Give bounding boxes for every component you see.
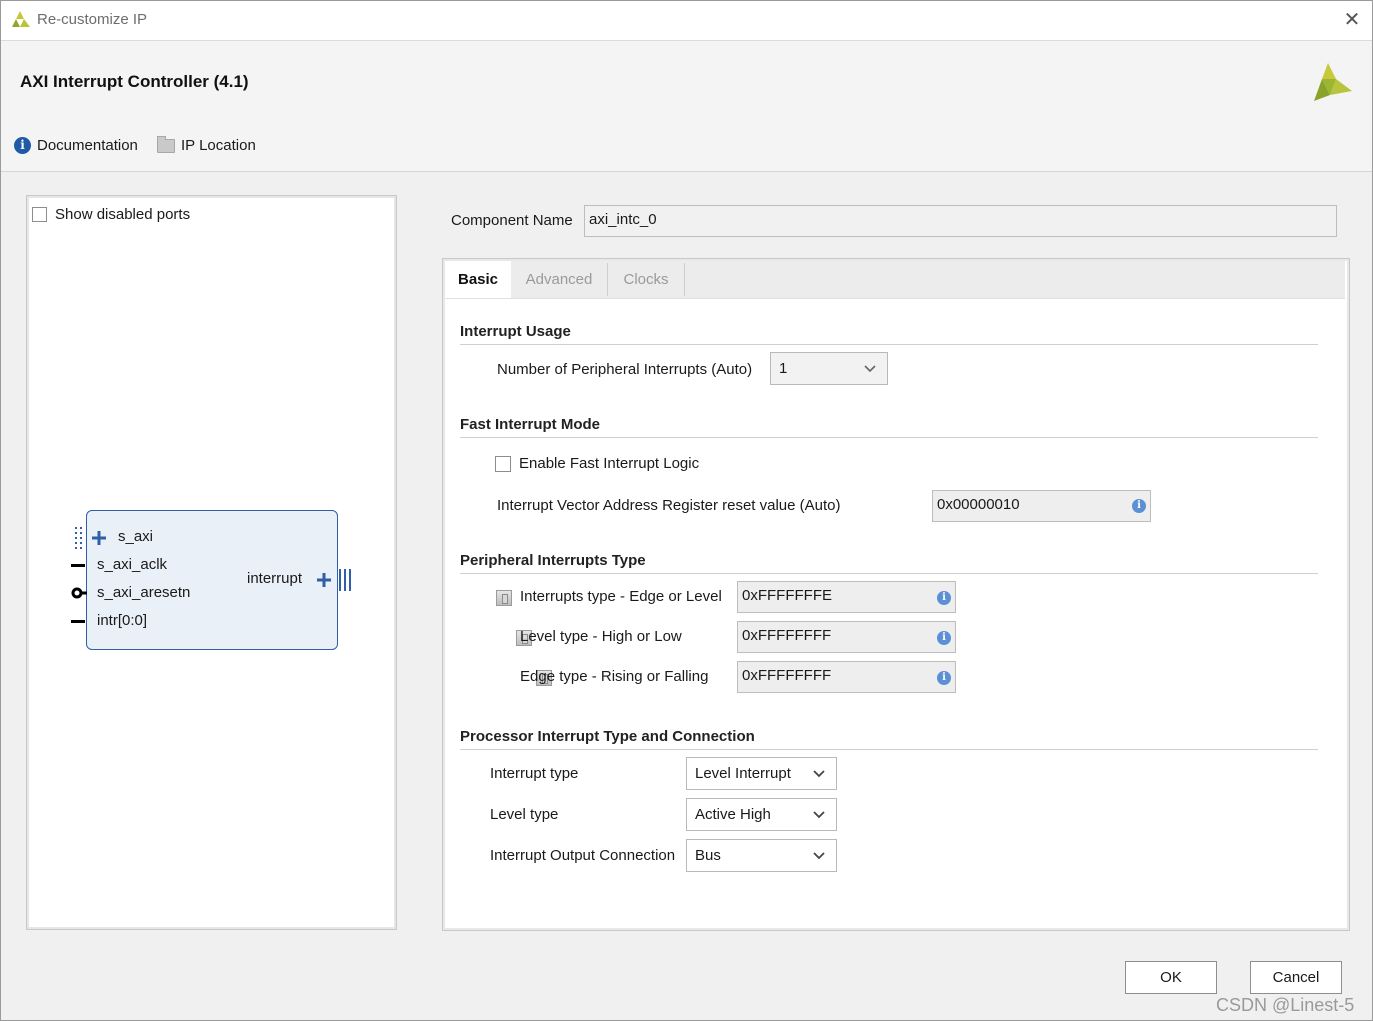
level-type-label: Level type bbox=[490, 806, 559, 823]
intr-port-line bbox=[71, 620, 85, 623]
section-divider bbox=[460, 749, 1318, 750]
ivar-reset-input[interactable]: 0x00000010 bbox=[932, 490, 1151, 522]
section-divider bbox=[460, 437, 1318, 438]
enable-fast-interrupt-toggle[interactable]: Enable Fast Interrupt Logic bbox=[495, 455, 699, 472]
show-disabled-ports-toggle[interactable]: Show disabled ports bbox=[32, 206, 190, 223]
component-name-input[interactable]: axi_intc_0 bbox=[584, 205, 1337, 237]
enable-fast-interrupt-label: Enable Fast Interrupt Logic bbox=[519, 455, 700, 472]
interrupt-type-value: Level Interrupt bbox=[695, 765, 791, 782]
ivar-reset-label: Interrupt Vector Address Register reset … bbox=[497, 497, 841, 514]
info-icon[interactable]: i bbox=[937, 631, 951, 645]
reset-port-icon bbox=[71, 587, 87, 599]
documentation-label: Documentation bbox=[37, 137, 138, 154]
component-name-label: Component Name bbox=[451, 212, 573, 229]
edge-or-level-value: 0xFFFFFFFE bbox=[742, 587, 832, 604]
chevron-down-icon bbox=[864, 365, 876, 373]
info-icon: i bbox=[14, 137, 31, 154]
tab-bar: Basic Advanced Clocks bbox=[445, 261, 1345, 299]
ok-button[interactable]: OK bbox=[1125, 961, 1217, 994]
level-type-value: Active High bbox=[695, 806, 771, 823]
rising-or-falling-value: 0xFFFFFFFF bbox=[742, 667, 832, 684]
num-peripheral-interrupts-value: 1 bbox=[779, 360, 788, 377]
dialog-header: AXI Interrupt Controller (4.1) i Documen… bbox=[1, 41, 1372, 172]
title-bar: Re-customize IP ✕ bbox=[1, 1, 1372, 41]
interrupt-type-label: Interrupt type bbox=[490, 765, 579, 782]
edge-or-level-label: Interrupts type - Edge or Level bbox=[520, 588, 722, 605]
port-s-axi-aclk: s_axi_aclk bbox=[97, 556, 168, 573]
chevron-down-icon bbox=[813, 770, 825, 778]
port-s-axi: s_axi bbox=[118, 528, 154, 545]
interrupt-usage-heading: Interrupt Usage bbox=[460, 323, 571, 340]
cancel-button[interactable]: Cancel bbox=[1250, 961, 1342, 994]
tab-basic[interactable]: Basic bbox=[445, 261, 511, 298]
processor-interrupt-heading: Processor Interrupt Type and Connection bbox=[460, 728, 755, 745]
rising-or-falling-label: Edge type - Rising or Falling bbox=[520, 668, 709, 685]
section-divider bbox=[460, 573, 1318, 574]
num-peripheral-interrupts-select[interactable]: 1 bbox=[770, 352, 888, 385]
vendor-logo-icon bbox=[1314, 63, 1352, 101]
window-title: Re-customize IP bbox=[37, 11, 148, 28]
high-or-low-value: 0xFFFFFFFF bbox=[742, 627, 832, 644]
rising-or-falling-input[interactable]: 0xFFFFFFFF bbox=[737, 661, 956, 693]
edge-or-level-input[interactable]: 0xFFFFFFFE bbox=[737, 581, 956, 613]
port-s-axi-aresetn: s_axi_aresetn bbox=[97, 584, 191, 601]
output-connection-select[interactable]: Bus bbox=[686, 839, 837, 872]
tab-divider bbox=[684, 263, 685, 296]
info-icon[interactable]: i bbox=[937, 591, 951, 605]
show-disabled-ports-checkbox[interactable] bbox=[32, 207, 47, 222]
fast-interrupt-mode-heading: Fast Interrupt Mode bbox=[460, 416, 601, 433]
documentation-link[interactable]: i Documentation bbox=[14, 137, 138, 154]
interrupt-interface-icon bbox=[317, 569, 351, 591]
output-connection-label: Interrupt Output Connection bbox=[490, 847, 676, 864]
num-peripheral-interrupts-label: Number of Peripheral Interrupts (Auto) bbox=[497, 361, 753, 378]
ivar-reset-value: 0x00000010 bbox=[937, 496, 1020, 513]
high-or-low-input[interactable]: 0xFFFFFFFF bbox=[737, 621, 956, 653]
folder-icon bbox=[157, 135, 175, 153]
ip-location-link[interactable]: IP Location bbox=[157, 135, 256, 154]
output-connection-value: Bus bbox=[695, 847, 721, 864]
ip-title: AXI Interrupt Controller (4.1) bbox=[20, 72, 249, 91]
clock-port-line bbox=[71, 564, 85, 567]
dialog-window: Re-customize IP ✕ AXI Interrupt Controll… bbox=[0, 0, 1373, 1021]
ip-location-label: IP Location bbox=[181, 137, 256, 154]
app-logo-icon bbox=[12, 11, 30, 27]
port-interrupt: interrupt bbox=[247, 570, 303, 587]
watermark: CSDN @Linest-5 bbox=[1216, 995, 1355, 1015]
chevron-down-icon bbox=[813, 852, 825, 860]
show-disabled-ports-label: Show disabled ports bbox=[55, 206, 191, 223]
bus-interface-icon bbox=[75, 527, 106, 549]
disabled-checkbox bbox=[496, 590, 512, 606]
port-intr: intr[0:0] bbox=[97, 612, 148, 629]
enable-fast-interrupt-checkbox[interactable] bbox=[495, 455, 511, 472]
peripheral-interrupts-type-heading: Peripheral Interrupts Type bbox=[460, 552, 646, 569]
tab-advanced[interactable]: Advanced bbox=[511, 261, 607, 298]
interrupt-type-select[interactable]: Level Interrupt bbox=[686, 757, 837, 790]
tab-clocks[interactable]: Clocks bbox=[608, 261, 684, 298]
level-type-select[interactable]: Active High bbox=[686, 798, 837, 831]
chevron-down-icon bbox=[813, 811, 825, 819]
info-icon[interactable]: i bbox=[1132, 499, 1146, 513]
info-icon[interactable]: i bbox=[937, 671, 951, 685]
high-or-low-label: Level type - High or Low bbox=[520, 628, 682, 645]
close-icon[interactable]: ✕ bbox=[1341, 9, 1363, 31]
section-divider bbox=[460, 344, 1318, 345]
